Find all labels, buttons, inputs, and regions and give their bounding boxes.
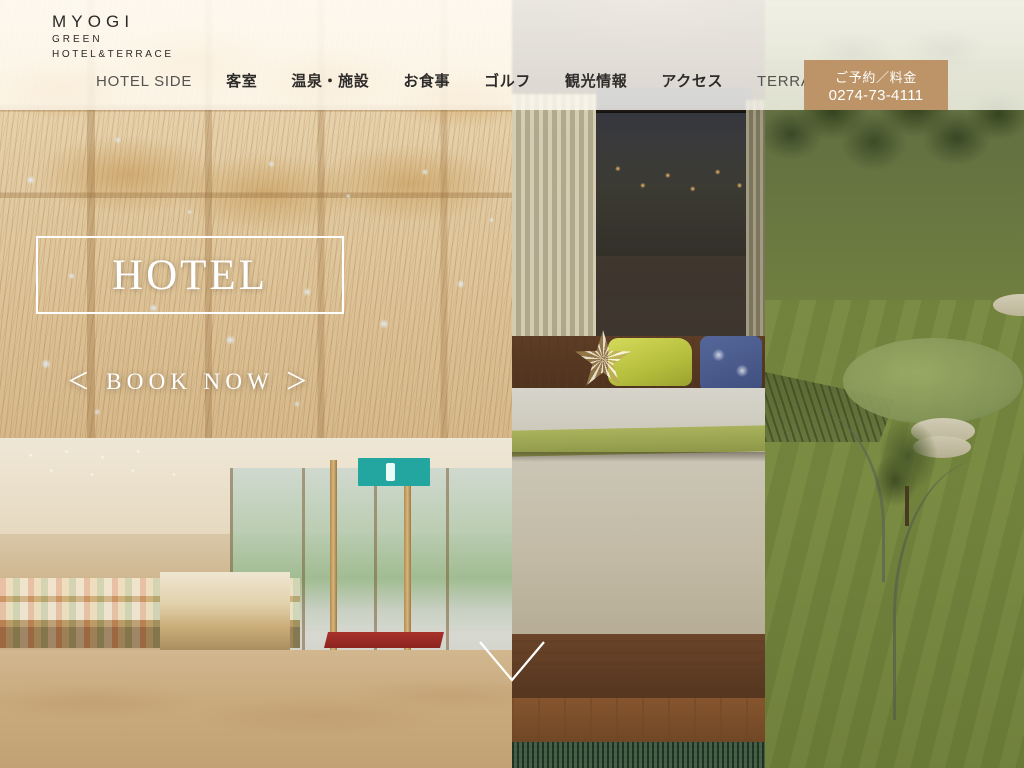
reservation-label: ご予約／料金 (835, 69, 917, 85)
chevron-down-icon[interactable] (478, 640, 546, 684)
nav-item-hotel-side[interactable]: HOTEL SIDE (96, 74, 209, 89)
terrace-window (596, 88, 752, 256)
terrace-bed-shadow (512, 452, 765, 462)
terrace-yellow-pillow (608, 338, 692, 386)
reservation-phone: 0274-73-4111 (828, 86, 924, 104)
golf-course-image (765, 0, 1024, 768)
logo-line-green: GREEN (52, 33, 103, 45)
terrace-wood-floor (512, 698, 765, 746)
primary-navigation: HOTEL SIDE 客室 温泉・施設 お食事 ゴルフ 観光情報 アクセス TE… (96, 74, 894, 89)
golf-image-overlay (765, 0, 1024, 768)
nav-item-access[interactable]: アクセス (644, 74, 740, 89)
site-header: MYOGI GREEN HOTEL&TERRACE HOTEL SIDE 客室 … (0, 0, 1024, 110)
nav-item-rooms[interactable]: 客室 (209, 74, 274, 89)
reservation-button[interactable]: ご予約／料金 0274-73-4111 (804, 60, 948, 110)
logo-line-myogi: MYOGI (52, 12, 135, 31)
page-root: HOTEL ＜ BOOK NOW ＞ MYOGI GREEN HOTEL&TER… (0, 0, 1024, 768)
hero-panel-terrace[interactable]: TERRACE GLAMPING STYLE (512, 0, 765, 768)
nav-item-dining[interactable]: お食事 (386, 74, 467, 89)
terrace-blue-pattern-pillow (700, 336, 762, 392)
hero-label-box-hotel[interactable]: HOTEL (36, 236, 344, 314)
logo-line-hotel-terrace: HOTEL&TERRACE (52, 48, 174, 60)
nav-item-onsen-facilities[interactable]: 温泉・施設 (274, 74, 386, 89)
terrace-bed-base (512, 634, 765, 698)
site-logo[interactable]: MYOGI GREEN HOTEL&TERRACE (52, 12, 174, 62)
glamping-bedroom-image (512, 0, 765, 768)
hero-label-hotel: HOTEL (112, 251, 268, 299)
terrace-woven-rug (512, 742, 765, 768)
nav-item-sightseeing[interactable]: 観光情報 (548, 74, 644, 89)
hero-booknow-link[interactable]: ＜ BOOK NOW ＞ (36, 362, 344, 396)
nav-item-golf[interactable]: ゴルフ (467, 74, 548, 89)
hero-panel-golf[interactable]: GOLF (765, 0, 1024, 768)
hero-panel-hotel[interactable]: HOTEL ＜ BOOK NOW ＞ (0, 0, 512, 768)
